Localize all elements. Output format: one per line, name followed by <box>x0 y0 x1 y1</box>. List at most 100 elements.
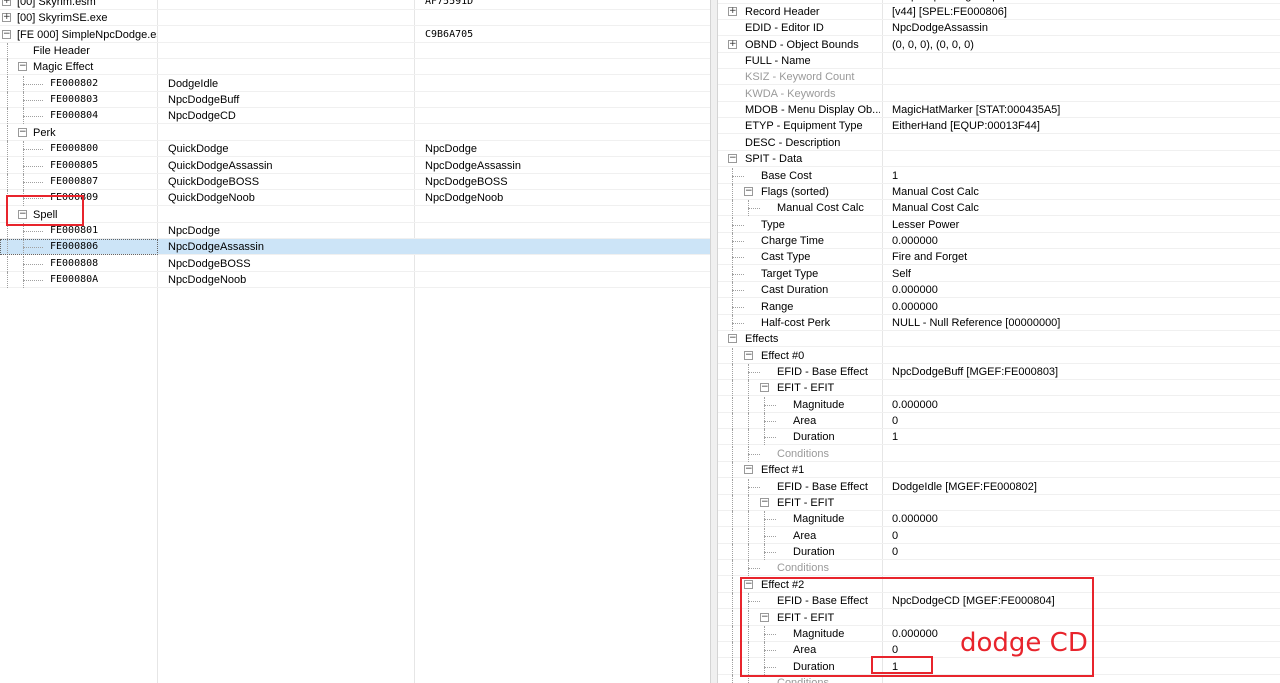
record-field-value[interactable] <box>892 380 1277 396</box>
record-field-value[interactable] <box>892 495 1277 511</box>
record-row-e0-area[interactable]: Area 0 <box>718 413 1280 430</box>
tree-row-mgef-804[interactable]: FE000804 NpcDodgeCD <box>0 108 710 125</box>
collapse-toggle-icon[interactable]: − <box>760 383 769 393</box>
record-row-obnd[interactable]: + OBND - Object Bounds (0, 0, 0), (0, 0, 0… <box>718 37 1280 53</box>
tree-row-perk-809[interactable]: FE000809 QuickDodgeNoob NpcDodgeNoob <box>0 190 710 207</box>
record-field-value[interactable] <box>892 151 1277 167</box>
tree-row-plugin[interactable]: − [FE 000] SimpleNpcDodge.esp C9B6A705 <box>0 27 710 43</box>
record-row-type[interactable]: Type Lesser Power <box>718 216 1280 233</box>
record-row-e1-dur[interactable]: Duration 0 <box>718 544 1280 561</box>
tree-row-perk-805[interactable]: FE000805 QuickDodgeAssassin NpcDodgeAssass… <box>0 157 710 174</box>
collapse-toggle-icon[interactable]: − <box>744 186 753 196</box>
tree-row-magic-effect[interactable]: − Magic Effect <box>0 59 710 76</box>
record-field-value[interactable]: DodgeIdle [MGEF:FE000802] <box>892 479 1277 495</box>
record-row-full[interactable]: FULL - Name <box>718 53 1280 69</box>
record-row-e0-mag[interactable]: Magnitude 0.000000 <box>718 396 1280 413</box>
record-field-value[interactable]: Lesser Power <box>892 217 1277 233</box>
record-row-base-cost[interactable]: Base Cost 1 <box>718 167 1280 184</box>
collapse-toggle-icon[interactable]: − <box>728 154 737 164</box>
record-field-value[interactable]: [v44] [SPEL:FE000806] <box>892 4 1277 20</box>
record-field-value[interactable]: Self <box>892 266 1277 282</box>
tree-row-spel-80a[interactable]: FE00080A NpcDodgeNoob <box>0 271 710 288</box>
record-row-e0-cond[interactable]: Conditions <box>718 445 1280 462</box>
expand-toggle-icon[interactable]: + <box>728 39 737 49</box>
tree-row-file-header[interactable]: File Header <box>0 43 710 60</box>
record-row-etyp[interactable]: ETYP - Equipment Type EitherHand [EQUP:00… <box>718 118 1280 135</box>
collapse-toggle-icon[interactable]: − <box>760 497 769 507</box>
collapse-toggle-icon[interactable]: − <box>744 350 753 360</box>
record-field-value[interactable] <box>892 462 1277 478</box>
record-field-value[interactable]: NULL - Null Reference [00000000] <box>892 315 1277 331</box>
record-field-value[interactable] <box>892 560 1277 576</box>
expand-toggle-icon[interactable]: + <box>728 6 737 16</box>
record-field-value[interactable]: Manual Cost Calc <box>892 184 1277 200</box>
tree-row-skyrimse-exe[interactable]: + [00] SkyrimSE.exe <box>0 10 710 27</box>
collapse-toggle-icon[interactable]: − <box>2 29 11 39</box>
expand-toggle-icon[interactable]: + <box>2 13 11 23</box>
record-row-mdob[interactable]: MDOB - Menu Display Ob... MagicHatMarker … <box>718 102 1280 119</box>
record-row-edid[interactable]: EDID - Editor ID NpcDodgeAssassin <box>718 20 1280 37</box>
tree-row-mgef-803[interactable]: FE000803 NpcDodgeBuff <box>0 92 710 109</box>
record-field-value[interactable] <box>892 331 1277 347</box>
record-field-value[interactable]: 1 <box>892 429 1277 445</box>
record-field-value[interactable] <box>892 53 1277 69</box>
pane-splitter[interactable] <box>710 0 718 683</box>
record-field-value[interactable]: MagicHatMarker [STAT:000435A5] <box>892 102 1277 118</box>
record-field-value[interactable]: 0.000000 <box>892 233 1277 249</box>
tree-row-spel-801[interactable]: FE000801 NpcDodge <box>0 222 710 239</box>
record-row-flags[interactable]: − Flags (sorted) Manual Cost Calc <box>718 183 1280 200</box>
record-row-kwda[interactable]: KWDA - Keywords <box>718 86 1280 102</box>
record-row-effect1[interactable]: − Effect #1 <box>718 462 1280 479</box>
record-row-e0-efid[interactable]: EFID - Base Effect NpcDodgeBuff [MGEF:FE0… <box>718 364 1280 380</box>
record-row-desc[interactable]: DESC - Description <box>718 135 1280 151</box>
tree-row-perk-807[interactable]: FE000807 QuickDodgeBOSS NpcDodgeBOSS <box>0 173 710 190</box>
record-field-value[interactable]: NpcDodgeBuff [MGEF:FE000803] <box>892 364 1277 380</box>
record-field-value[interactable] <box>892 86 1277 102</box>
record-field-value[interactable]: EitherHand [EQUP:00013F44] <box>892 118 1277 134</box>
tree-row-skyrim-esm[interactable]: + [00] Skyrim.esm AF75591D <box>0 0 710 10</box>
record-row-spit[interactable]: − SPIT - Data <box>718 151 1280 168</box>
record-row-e1-area[interactable]: Area 0 <box>718 527 1280 544</box>
tree-row-spell[interactable]: − Spell <box>0 206 710 223</box>
record-field-value[interactable]: 0 <box>892 544 1277 560</box>
record-field-value[interactable] <box>892 69 1277 85</box>
record-row-charge-time[interactable]: Charge Time 0.000000 <box>718 233 1280 250</box>
record-row-cast-duration[interactable]: Cast Duration 0.000000 <box>718 282 1280 299</box>
record-row-e1-efid[interactable]: EFID - Base Effect DodgeIdle [MGEF:FE0008… <box>718 478 1280 495</box>
record-row-flag-mcc[interactable]: Manual Cost Calc Manual Cost Calc <box>718 200 1280 217</box>
tree-row-perk[interactable]: − Perk <box>0 124 710 141</box>
collapse-toggle-icon[interactable]: − <box>728 334 737 344</box>
record-field-value[interactable]: Manual Cost Calc <box>892 200 1277 216</box>
tree-row-spel-808[interactable]: FE000808 NpcDodgeBOSS <box>0 255 710 272</box>
record-field-value[interactable]: Fire and Forget <box>892 249 1277 265</box>
record-row-ksiz[interactable]: KSIZ - Keyword Count <box>718 69 1280 86</box>
record-field-value[interactable] <box>892 348 1277 364</box>
collapse-toggle-icon[interactable]: − <box>744 465 753 475</box>
collapse-toggle-icon[interactable]: − <box>18 127 27 137</box>
record-field-value[interactable] <box>892 135 1277 151</box>
record-row-record-header[interactable]: + Record Header [v44] [SPEL:FE000806] <box>718 4 1280 20</box>
record-row-e1-efit[interactable]: − EFIT - EFIT <box>718 494 1280 511</box>
record-field-value[interactable]: 0 <box>892 528 1277 544</box>
navigation-tree[interactable]: + [00] Skyrim.esm AF75591D + [00] SkyrimSE.e… <box>0 0 710 683</box>
record-view[interactable]: SimpleNpcDodge.esp+Record Header[v44] [S… <box>718 0 1280 683</box>
record-row-e0-dur[interactable]: Duration 1 <box>718 429 1280 446</box>
record-field-value[interactable] <box>892 446 1277 462</box>
record-field-value[interactable]: 0.000000 <box>892 511 1277 527</box>
record-row-effects[interactable]: − Effects <box>718 331 1280 348</box>
record-row-range[interactable]: Range 0.000000 <box>718 298 1280 315</box>
record-row-e1-mag[interactable]: Magnitude 0.000000 <box>718 511 1280 528</box>
record-row-e1-cond[interactable]: Conditions <box>718 560 1280 577</box>
record-row-cast-type[interactable]: Cast Type Fire and Forget <box>718 249 1280 266</box>
record-field-value[interactable]: (0, 0, 0), (0, 0, 0) <box>892 37 1277 53</box>
record-field-value[interactable]: 0.000000 <box>892 397 1277 413</box>
record-field-value[interactable]: NpcDodgeAssassin <box>892 20 1277 36</box>
record-field-value[interactable]: 0.000000 <box>892 282 1277 298</box>
record-row-effect0[interactable]: − Effect #0 <box>718 347 1280 364</box>
record-row-target-type[interactable]: Target Type Self <box>718 265 1280 282</box>
record-field-value[interactable]: 1 <box>892 168 1277 184</box>
record-row-half-cost-perk[interactable]: Half-cost Perk NULL - Null Reference [000… <box>718 314 1280 331</box>
record-row-e0-efit[interactable]: − EFIT - EFIT <box>718 380 1280 397</box>
record-field-value[interactable]: 0.000000 <box>892 299 1277 315</box>
expand-toggle-icon[interactable]: + <box>2 0 11 6</box>
